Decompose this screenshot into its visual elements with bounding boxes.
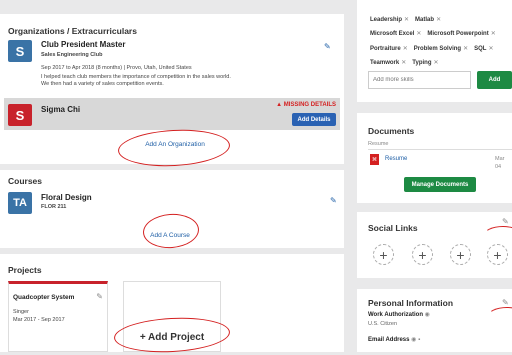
eye-icon[interactable]: ◉: [411, 337, 416, 343]
skill-label: Typing: [412, 60, 432, 66]
document-date: Mar 04: [495, 156, 505, 170]
missing-details-warning: ▲ MISSING DETAILS: [276, 102, 336, 108]
skill-chip[interactable]: SQL ✕: [474, 45, 493, 52]
work-authorization-label: Work Authorization ◉: [368, 311, 430, 318]
projects-card: Projects Quadcopter System ✎ Singer Mar …: [0, 254, 344, 355]
project-card[interactable]: Quadcopter System ✎ Singer Mar 2017 - Se…: [8, 281, 108, 352]
org-avatar: S: [8, 40, 32, 62]
remove-icon[interactable]: ✕: [488, 46, 493, 52]
add-social-link-button[interactable]: +: [487, 244, 508, 265]
add-details-button[interactable]: Add Details: [292, 113, 336, 126]
work-authorization-text: Work Authorization: [368, 312, 423, 318]
courses-title: Courses: [8, 176, 43, 186]
documents-card: Documents Resume ⌘ Resume Mar 04 Manage …: [357, 113, 512, 203]
course-name: Floral Design: [41, 193, 92, 202]
email-label: Email Address ◉ ▪: [368, 336, 420, 343]
personal-info-title: Personal Information: [368, 298, 454, 308]
org-subtitle: Sales Engineering Club: [41, 52, 103, 58]
courses-card: Courses TA Floral Design FLOR 211 ✎ Add …: [0, 170, 344, 250]
social-links-title: Social Links: [368, 223, 418, 233]
skill-label: Teamwork: [370, 60, 400, 66]
edit-icon[interactable]: ✎: [330, 196, 337, 205]
social-links-card: Social Links ✎ + + + +: [357, 212, 512, 278]
annotation-circle: [141, 212, 201, 250]
project-dates: Mar 2017 - Sep 2017: [13, 317, 65, 323]
lock-icon: ▪: [418, 337, 421, 343]
remove-icon[interactable]: ✕: [463, 46, 468, 52]
annotation-circle: [483, 226, 512, 246]
skill-row: Teamwork ✕ Typing ✕: [370, 51, 445, 69]
course-code: FLOR 211: [41, 204, 67, 210]
skill-chip[interactable]: Microsoft Powerpoint ✕: [427, 30, 495, 37]
organizations-title: Organizations / Extracurriculars: [8, 26, 137, 36]
org-name: Club President Master: [41, 40, 126, 49]
work-authorization-value: U.S. Citizen: [368, 321, 398, 327]
skill-chip[interactable]: Teamwork ✕: [370, 59, 406, 66]
edit-icon[interactable]: ✎: [502, 298, 509, 307]
skill-chip[interactable]: Microsoft Excel ✕: [370, 30, 421, 37]
add-social-link-button[interactable]: +: [412, 244, 433, 265]
project-name: Quadcopter System: [13, 294, 75, 301]
skill-label: SQL: [474, 46, 487, 52]
email-label-text: Email Address: [368, 337, 410, 343]
remove-icon[interactable]: ✕: [433, 60, 438, 66]
remove-icon[interactable]: ✕: [401, 60, 406, 66]
org-dates: Sep 2017 to Apr 2018 (8 months) | Provo,…: [41, 65, 192, 71]
annotation-circle: [117, 127, 231, 169]
divider: [368, 149, 512, 150]
edit-icon[interactable]: ✎: [96, 292, 103, 301]
skill-input[interactable]: [368, 71, 471, 89]
warning-text: MISSING DETAILS: [283, 102, 336, 108]
annotation-circle: [487, 307, 512, 327]
documents-title: Documents: [368, 126, 415, 136]
resume-file-link[interactable]: Resume: [385, 156, 407, 162]
add-social-link-button[interactable]: +: [373, 244, 394, 265]
eye-icon[interactable]: ◉: [425, 312, 430, 318]
add-skill-button[interactable]: Add: [477, 71, 512, 89]
projects-title: Projects: [8, 265, 42, 275]
skill-chip[interactable]: Typing ✕: [412, 59, 438, 66]
course-avatar: TA: [8, 192, 32, 214]
org-row-missing: S Sigma Chi ▲ MISSING DETAILS Add Detail…: [4, 98, 340, 130]
documents-section: Resume: [368, 141, 389, 147]
manage-documents-button[interactable]: Manage Documents: [404, 177, 476, 192]
skills-card: Leadership ✕ Matlab ✕ Microsoft Excel ✕ Micro…: [357, 0, 512, 102]
org-name: Sigma Chi: [41, 105, 81, 114]
organizations-card: Organizations / Extracurriculars S Club …: [0, 14, 344, 169]
warning-icon: ▲: [276, 102, 283, 108]
pdf-icon: ⌘: [370, 154, 379, 165]
personal-info-card: Personal Information ✎ Work Authorizatio…: [357, 289, 512, 352]
edit-icon[interactable]: ✎: [324, 42, 331, 51]
add-social-link-button[interactable]: +: [450, 244, 471, 265]
org-avatar: S: [8, 104, 32, 126]
edit-icon[interactable]: ✎: [502, 217, 509, 226]
org-description-line2: We then had a variety of sales competiti…: [41, 81, 164, 87]
project-role: Singer: [13, 309, 29, 315]
